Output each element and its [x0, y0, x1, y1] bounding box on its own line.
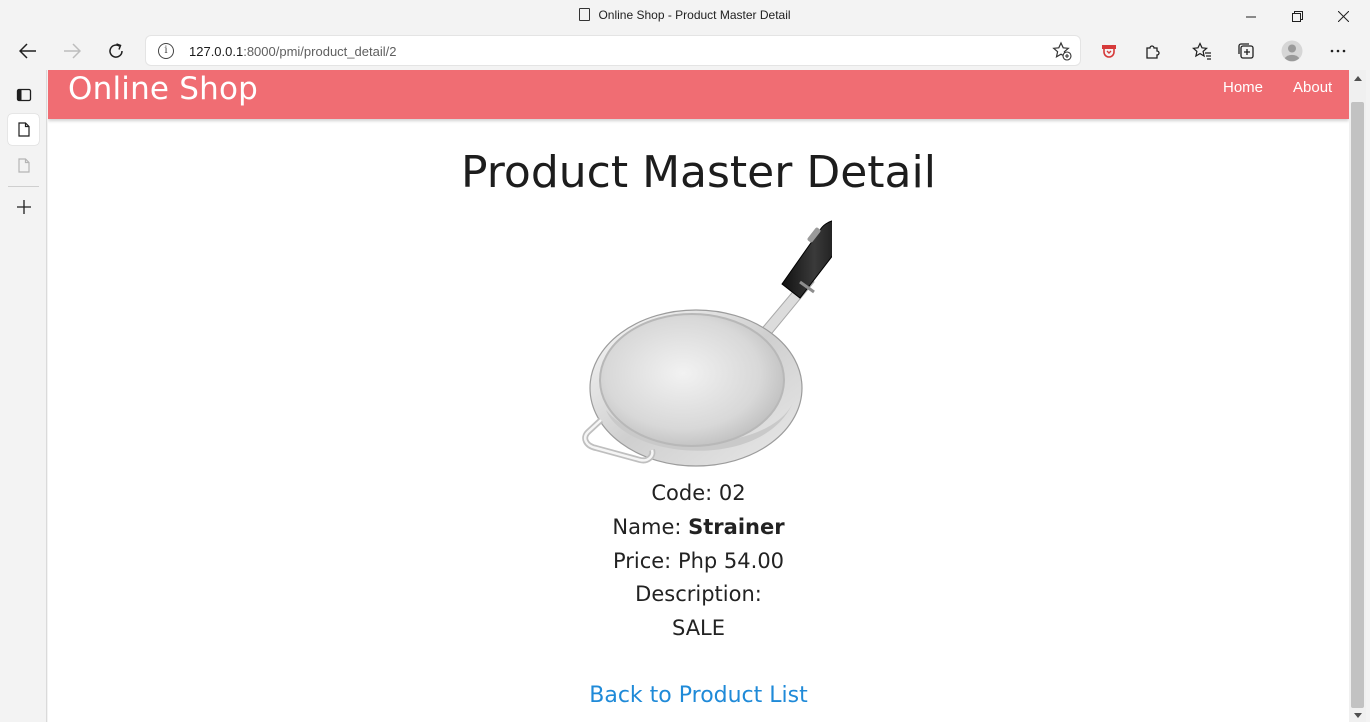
more-icon — [1330, 49, 1346, 53]
price-label: Price: — [612, 549, 672, 573]
page-scrollbar[interactable] — [1349, 70, 1366, 722]
refresh-icon — [109, 43, 123, 58]
scroll-down-button[interactable] — [1349, 708, 1366, 722]
product-price-line: Price: Php 54.00 — [48, 549, 1349, 573]
minimize-icon — [1245, 16, 1256, 17]
scroll-up-button[interactable] — [1349, 70, 1366, 87]
title-bar: Online Shop - Product Master Detail — [0, 0, 1370, 32]
product-code-line: Code: 02 — [48, 481, 1349, 505]
extensions-icon — [1146, 45, 1160, 59]
sidebar-tab-current[interactable] — [8, 114, 39, 145]
page-title: Product Master Detail — [461, 147, 936, 198]
page-viewport: Online Shop Home About Product Master De… — [48, 70, 1349, 722]
extension-shield-button[interactable] — [1094, 36, 1124, 66]
profile-icon — [1281, 40, 1303, 62]
tab-page-icon — [17, 158, 30, 173]
extension-shield-icon — [1102, 45, 1116, 58]
collections-button[interactable] — [1231, 36, 1261, 66]
site-brand[interactable]: Online Shop — [68, 71, 258, 107]
close-icon — [1337, 10, 1349, 22]
restore-icon — [1291, 10, 1303, 22]
product-image — [582, 220, 832, 467]
back-to-product-list-link[interactable]: Back to Product List — [48, 683, 1349, 708]
scrollbar-thumb[interactable] — [1351, 102, 1364, 708]
restore-button[interactable] — [1274, 0, 1320, 32]
address-bar[interactable]: i 127.0.0.1:8000/pmi/product_detail/2 — [145, 35, 1081, 66]
nav-link-about[interactable]: About — [1293, 79, 1332, 96]
code-label: Code: — [651, 481, 713, 505]
scroll-down-icon — [1353, 712, 1362, 718]
favorites-icon — [1192, 42, 1211, 60]
scroll-up-icon — [1353, 76, 1362, 81]
product-name-line: Name: Strainer — [48, 515, 1349, 539]
profile-button[interactable] — [1277, 36, 1307, 66]
product-price: Php 54.00 — [677, 549, 785, 573]
more-button[interactable] — [1323, 36, 1353, 66]
name-label: Name: — [612, 515, 682, 539]
back-button[interactable] — [13, 36, 43, 66]
new-tab-icon — [16, 199, 31, 214]
sidebar-divider-2 — [8, 186, 39, 187]
back-icon — [19, 43, 36, 59]
product-name: Strainer — [688, 515, 785, 539]
nav-link-home[interactable]: Home — [1223, 79, 1263, 96]
favorites-button[interactable] — [1187, 36, 1217, 66]
url-text[interactable]: 127.0.0.1:8000/pmi/product_detail/2 — [189, 44, 396, 59]
window-title: Online Shop - Product Master Detail — [0, 8, 1370, 22]
forward-button[interactable] — [57, 36, 87, 66]
product-description: SALE — [671, 616, 726, 640]
active-tab-page-icon — [17, 122, 30, 137]
add-favorite-icon[interactable] — [1052, 41, 1072, 61]
minimize-button[interactable] — [1228, 0, 1274, 32]
extensions-button[interactable] — [1138, 36, 1168, 66]
product-code: 02 — [718, 481, 746, 505]
tab-actions-button[interactable] — [8, 79, 39, 110]
description-label: Description: — [635, 582, 762, 606]
sidebar-tab-other[interactable] — [8, 150, 39, 181]
tab-actions-icon — [16, 88, 31, 101]
site-navbar: Online Shop Home About — [48, 70, 1349, 119]
close-window-button[interactable] — [1320, 0, 1366, 32]
new-tab-button[interactable] — [8, 191, 39, 222]
vertical-tabs-sidebar — [0, 70, 47, 722]
browser-toolbar: i 127.0.0.1:8000/pmi/product_detail/2 — [0, 32, 1370, 70]
page-icon — [579, 8, 591, 21]
site-info-icon[interactable]: i — [158, 43, 174, 59]
window-title-text: Online Shop - Product Master Detail — [598, 8, 791, 22]
forward-icon — [64, 43, 81, 59]
collections-icon — [1238, 43, 1254, 59]
refresh-button[interactable] — [101, 36, 131, 66]
